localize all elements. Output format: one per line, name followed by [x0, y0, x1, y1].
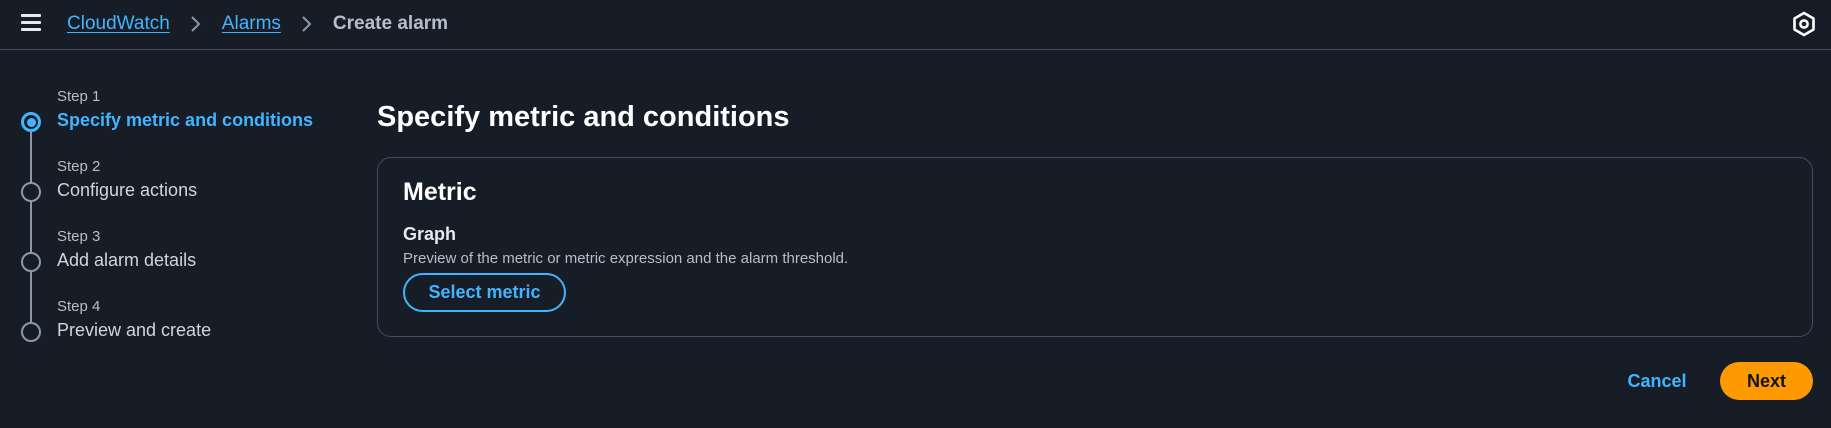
next-button[interactable]: Next [1720, 362, 1813, 400]
step-title[interactable]: Preview and create [57, 320, 211, 341]
cancel-button[interactable]: Cancel [1612, 362, 1702, 400]
step-indicator-icon [21, 182, 41, 202]
step-indicator-icon [21, 322, 41, 342]
page-title: Specify metric and conditions [377, 101, 790, 133]
top-navigation-bar: CloudWatch Alarms Create alarm [0, 0, 1831, 50]
step-title[interactable]: Add alarm details [57, 250, 196, 271]
breadcrumb-cloudwatch[interactable]: CloudWatch [67, 13, 170, 35]
breadcrumb: CloudWatch Alarms Create alarm [67, 12, 448, 36]
settings-icon[interactable] [1791, 11, 1817, 37]
breadcrumb-alarms[interactable]: Alarms [222, 13, 281, 35]
step-number: Step 3 [57, 228, 101, 245]
breadcrumb-current-page: Create alarm [332, 13, 449, 34]
step-2[interactable]: Step 2 Configure actions [20, 158, 320, 252]
chevron-right-icon [295, 12, 319, 36]
active-step-indicator-icon [21, 112, 41, 132]
panel-title: Metric [403, 178, 477, 206]
step-indicator-icon [21, 252, 41, 272]
step-4[interactable]: Step 4 Preview and create [20, 298, 320, 368]
step-number: Step 2 [57, 158, 101, 175]
step-title[interactable]: Specify metric and conditions [57, 110, 313, 131]
graph-label: Graph [403, 224, 457, 244]
step-1[interactable]: Step 1 Specify metric and conditions [20, 88, 320, 182]
step-number: Step 4 [57, 298, 101, 315]
wizard-steps: Step 1 Specify metric and conditions Ste… [20, 88, 320, 368]
hamburger-menu-icon[interactable] [20, 14, 42, 34]
metric-panel: Metric Graph Preview of the metric or me… [377, 157, 1813, 337]
chevron-right-icon [184, 12, 208, 36]
select-metric-button[interactable]: Select metric [403, 273, 566, 312]
step-title[interactable]: Configure actions [57, 180, 197, 201]
step-number: Step 1 [57, 88, 101, 105]
graph-description: Preview of the metric or metric expressi… [403, 250, 849, 267]
step-3[interactable]: Step 3 Add alarm details [20, 228, 320, 322]
